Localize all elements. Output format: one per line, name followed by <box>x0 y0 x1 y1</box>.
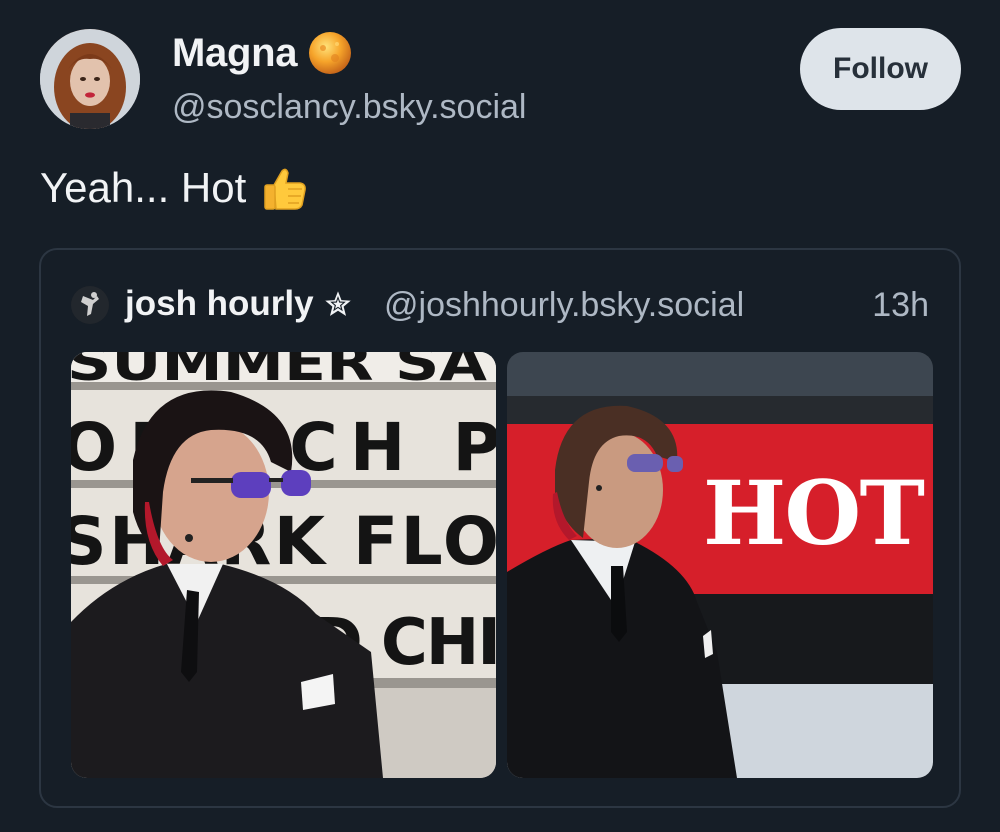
follow-button[interactable]: Follow <box>800 28 961 110</box>
author-handle[interactable]: @sosclancy.bsky.social <box>172 88 526 127</box>
quote-author-name[interactable]: josh hourly <box>125 284 354 324</box>
star-icon <box>322 288 354 320</box>
author-avatar[interactable] <box>40 29 140 129</box>
quote-image-right[interactable]: HOT <box>507 352 933 778</box>
sign-text: HOT <box>703 461 925 565</box>
orange-orb-icon <box>307 30 353 76</box>
author-name[interactable]: Magna <box>172 30 353 76</box>
post-text: Yeah... Hot <box>40 163 310 213</box>
marquee-row-1: SUMMER SA <box>71 352 487 392</box>
thumbs-up-icon <box>260 163 310 213</box>
quote-timestamp[interactable]: 13h <box>872 286 929 325</box>
quote-author-avatar[interactable] <box>71 286 109 324</box>
quoted-post[interactable]: josh hourly @joshhourly.bsky.social 13h <box>39 248 961 808</box>
post: Magna @sosclancy.bsky.social Follow Yeah… <box>0 0 1000 832</box>
quote-author-display-name[interactable]: josh hourly <box>125 284 314 324</box>
post-text-content: Yeah... Hot <box>40 164 247 211</box>
quote-author-handle[interactable]: @joshhourly.bsky.social <box>384 286 744 325</box>
author-display-name[interactable]: Magna <box>172 31 297 76</box>
quote-image-left[interactable]: SUMMER SA ONE CH P SHARK FLO RED CHI <box>71 352 496 778</box>
